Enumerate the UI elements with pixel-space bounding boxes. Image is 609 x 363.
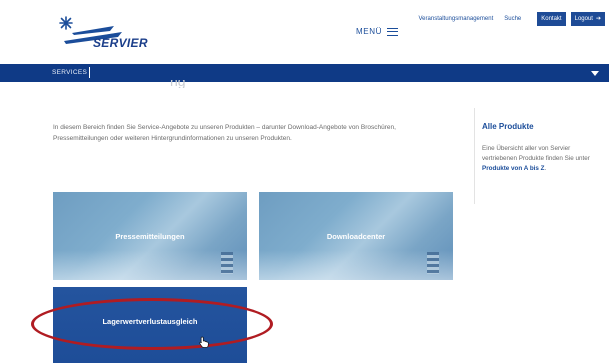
aside-text-after: . bbox=[544, 165, 547, 172]
nav-divider bbox=[89, 67, 90, 78]
logout-button[interactable]: Logout ➔ bbox=[570, 12, 605, 26]
brand-name: SERVIER bbox=[93, 36, 148, 50]
products-a-z-link[interactable]: Produkte von A bis Z bbox=[482, 165, 545, 172]
intro-text: In diesem Bereich finden Sie Service-Ang… bbox=[53, 124, 396, 142]
page-heading-fragment: ng bbox=[170, 80, 186, 88]
tile-label: Downloadcenter bbox=[326, 231, 386, 241]
top-navigation: Veranstaltungsmanagement Suche Kontakt L… bbox=[419, 12, 605, 26]
top-link-suche[interactable]: Suche bbox=[504, 16, 521, 22]
caret-down-icon[interactable] bbox=[591, 71, 599, 76]
hand-cursor-icon bbox=[199, 336, 209, 348]
aside-text: Eine Übersicht aller von Servier vertrie… bbox=[482, 144, 604, 174]
highlight-ellipse bbox=[31, 298, 273, 350]
aside-divider bbox=[474, 108, 475, 204]
top-link-veranstaltungsmanagement[interactable]: Veranstaltungsmanagement bbox=[419, 16, 494, 22]
aside-title: Alle Produkte bbox=[482, 122, 534, 131]
tile-downloadcenter[interactable]: Downloadcenter bbox=[259, 192, 453, 280]
nav-services-label[interactable]: SERVICES bbox=[52, 69, 87, 76]
hamburger-icon bbox=[386, 27, 398, 36]
aside-text-before: Eine Übersicht aller von Servier vertrie… bbox=[482, 145, 590, 162]
kontakt-button[interactable]: Kontakt bbox=[537, 12, 566, 26]
tile-label: Pressemitteilungen bbox=[115, 231, 185, 241]
tile-pressemitteilungen[interactable]: Pressemitteilungen bbox=[53, 192, 247, 280]
section-navbar: SERVICES bbox=[0, 64, 609, 82]
menu-toggle[interactable]: MENÜ bbox=[356, 27, 398, 36]
menu-label: MENÜ bbox=[356, 27, 382, 36]
kontakt-label: Kontakt bbox=[541, 16, 562, 22]
logout-label: Logout bbox=[574, 16, 593, 22]
logout-icon: ➔ bbox=[595, 16, 601, 22]
